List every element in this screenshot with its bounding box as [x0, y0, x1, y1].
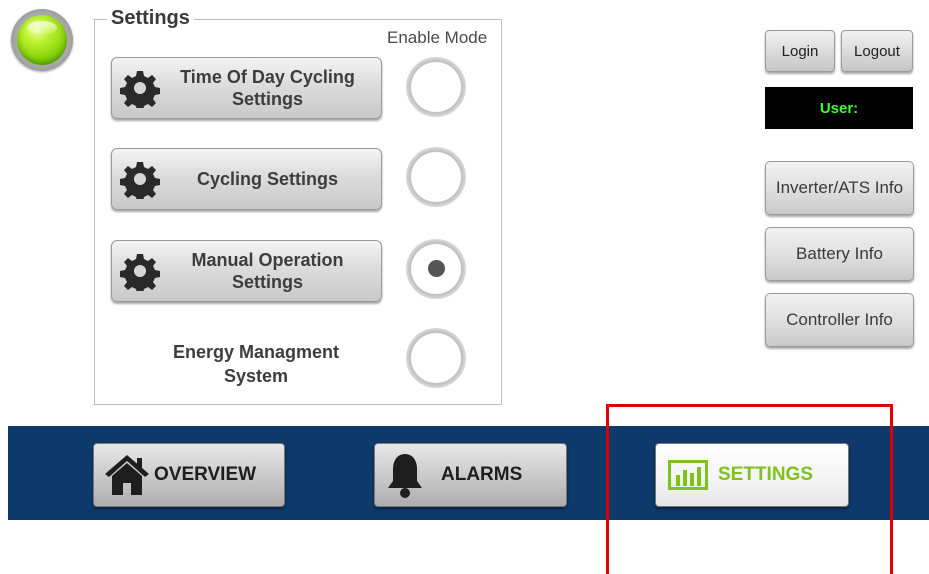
nav-alarms-label: ALARMS: [441, 464, 523, 485]
user-label: User:: [819, 99, 859, 117]
status-indicator-led: [11, 9, 73, 71]
manual-operation-enable-radio[interactable]: [406, 239, 466, 299]
logout-button[interactable]: Logout: [841, 30, 913, 72]
time-of-day-label-line1: Time Of Day Cycling: [180, 67, 355, 87]
controller-info-button[interactable]: Controller Info: [765, 293, 914, 347]
home-icon: [105, 455, 149, 495]
gear-icon: [120, 71, 160, 108]
status-indicator-core: [17, 15, 67, 65]
cycling-settings-label: Cycling Settings: [196, 169, 339, 189]
gear-icon: [120, 254, 160, 291]
manual-operation-label-line2: Settings: [231, 272, 303, 292]
time-of-day-cycling-settings-button[interactable]: Time Of Day Cycling Settings: [111, 57, 382, 119]
cycling-enable-radio[interactable]: [406, 147, 466, 207]
inverter-ats-info-button[interactable]: Inverter/ATS Info: [765, 161, 914, 215]
energy-management-enable-radio[interactable]: [406, 328, 466, 388]
bell-icon: [388, 454, 422, 498]
manual-operation-label-line1: Manual Operation: [191, 250, 344, 270]
settings-panel-title: Settings: [107, 7, 194, 30]
nav-alarms-button[interactable]: ALARMS: [374, 443, 567, 507]
enable-mode-header: Enable Mode: [387, 28, 488, 47]
gear-icon: [120, 162, 160, 199]
nav-overview-label: OVERVIEW: [154, 464, 257, 485]
battery-info-button[interactable]: Battery Info: [765, 227, 914, 281]
time-of-day-enable-radio[interactable]: [406, 57, 466, 117]
login-button[interactable]: Login: [765, 30, 835, 72]
cycling-settings-button[interactable]: Cycling Settings: [111, 148, 382, 210]
user-display: User:: [765, 87, 913, 129]
time-of-day-label-line2: Settings: [231, 89, 303, 109]
settings-highlight-frame: [606, 404, 893, 574]
radio-selected-dot: [428, 260, 445, 277]
manual-operation-settings-button[interactable]: Manual Operation Settings: [111, 240, 382, 302]
nav-overview-button[interactable]: OVERVIEW: [93, 443, 285, 507]
ems-label-line2: System: [223, 366, 289, 386]
ems-label-line1: Energy Managment: [172, 342, 340, 362]
energy-management-system-label: Energy Managment System: [142, 340, 370, 388]
